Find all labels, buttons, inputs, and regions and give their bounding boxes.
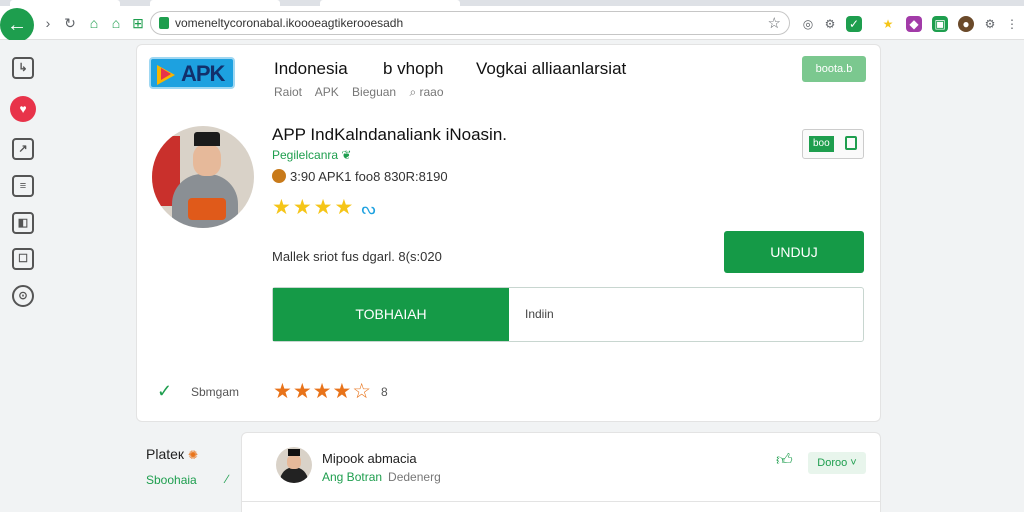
- profile-avatar-icon[interactable]: ●: [958, 16, 974, 32]
- breadcrumb: Raiot APK Bieguan ⌕ raao: [274, 85, 444, 100]
- language-field[interactable]: Indiin: [525, 288, 554, 341]
- target-icon[interactable]: ◎: [800, 16, 816, 32]
- search-icon[interactable]: ⌕: [409, 85, 416, 99]
- rating-label: Sbmgam: [191, 385, 240, 399]
- reload-icon[interactable]: ↻: [62, 15, 78, 31]
- side-badge-label: boo: [809, 136, 834, 152]
- menu-icon[interactable]: ⋮: [1004, 16, 1020, 32]
- shop-icon[interactable]: ⌂: [108, 15, 124, 31]
- reviewer-avatar: [276, 447, 312, 483]
- side-badge-button[interactable]: boo: [802, 129, 864, 159]
- back-button[interactable]: ←: [0, 8, 34, 42]
- app-avatar: [152, 126, 254, 228]
- review-card: Mipook abmacia Ang Botran Dedenerg 👍︎ Dor…: [241, 432, 881, 512]
- rating-row: ✓ Sbmgam ★★★★☆ 8: [157, 379, 857, 405]
- app-title: APP IndKalndanaliank iNoasin.: [272, 125, 508, 144]
- thumbs-up-icon[interactable]: 👍︎: [776, 451, 796, 469]
- flame-icon: ✺: [187, 448, 198, 462]
- bottom-left-panel: Plateк ✺ Sboohaia ∕: [136, 432, 236, 512]
- browser-toolbar: ← › ↻ ⌂ ⌂ ⊞ vomeneltycoronabal.ikoooeagt…: [0, 6, 1024, 42]
- site-title-part-1: Indonesia: [274, 59, 348, 78]
- star-rating: ★★★★ ᔓ: [272, 195, 376, 220]
- rating-stars[interactable]: ★★★★☆: [273, 379, 372, 404]
- bookmark-icon: [845, 136, 857, 150]
- rating-count: 8: [381, 385, 388, 399]
- app-meta-text: 3:90 APK1 foo8 830R:8190: [290, 169, 448, 184]
- rail-item-document-icon[interactable]: ◧: [12, 212, 34, 234]
- play-logo-accent-icon: [161, 68, 171, 80]
- bookmark-star-icon[interactable]: ☆: [768, 14, 781, 32]
- rail-item-settings-icon[interactable]: ⊙: [12, 285, 34, 307]
- download-button[interactable]: UNDUJ: [724, 231, 864, 273]
- forward-icon[interactable]: ›: [40, 15, 56, 31]
- left-rail: ↳ ♥ ↗ ≡ ◧ ☐ ⊙: [0, 40, 46, 512]
- rail-item-share-icon[interactable]: ↗: [12, 138, 34, 160]
- arrow-icon[interactable]: ∕: [226, 472, 228, 486]
- site-title-part-3: Vogkai alliaanlarsiat: [476, 59, 627, 78]
- rail-item-list-icon[interactable]: ≡: [12, 175, 34, 197]
- leaf-icon: ❦: [341, 148, 352, 162]
- chat-icon[interactable]: ▣: [932, 16, 948, 32]
- divider: [242, 501, 880, 502]
- site-title-part-2: b vhoph: [383, 59, 444, 78]
- rail-item-import-icon[interactable]: ↳: [12, 57, 34, 79]
- shield-icon[interactable]: ✓: [846, 16, 862, 32]
- top-badge-button[interactable]: boota.b: [802, 56, 866, 82]
- reviewer-name: Mipook abmacia: [322, 451, 417, 466]
- rail-item-favorites-icon[interactable]: ♥: [10, 96, 36, 122]
- settings-icon[interactable]: ⚙: [982, 16, 998, 32]
- developer-link[interactable]: Pegilelcanra ❦: [272, 148, 351, 162]
- breadcrumb-item[interactable]: Bieguan: [352, 85, 396, 99]
- share-icon[interactable]: ᔓ: [361, 201, 375, 218]
- url-text: vomeneltycoronabal.ikoooeagtikerooesadh: [175, 16, 404, 30]
- app-meta: 3:90 APK1 foo8 830R:8190: [272, 169, 448, 184]
- bottom-left-title-text: Plateк: [146, 446, 185, 462]
- breadcrumb-item[interactable]: APK: [315, 85, 339, 99]
- rail-item-chat-icon[interactable]: ☐: [12, 248, 34, 270]
- star-icon[interactable]: ★: [880, 16, 896, 32]
- coin-icon: [272, 169, 286, 183]
- stars: ★★★★: [272, 196, 356, 219]
- bottom-left-title: Plateк ✺: [146, 446, 198, 462]
- home-icon[interactable]: ⌂: [86, 15, 102, 31]
- sort-dropdown[interactable]: Doroo ˅: [808, 452, 866, 474]
- puzzle-icon[interactable]: ⚙: [822, 16, 838, 32]
- color-extension-icon[interactable]: ◆: [906, 16, 922, 32]
- app-description: Mallek sriot fus dgarl. 8(s:020: [272, 249, 442, 264]
- lock-icon: [159, 17, 169, 29]
- logo-text: APK: [181, 61, 225, 86]
- split-control: TOBHAIAH Indiin: [272, 287, 864, 342]
- bottom-left-link[interactable]: Sboohaia: [146, 473, 197, 487]
- reviewer-sub-2: Dedenerg: [388, 470, 441, 484]
- breadcrumb-item[interactable]: Raiot: [274, 85, 302, 99]
- developer-name[interactable]: Pegilelcanra: [272, 148, 338, 162]
- address-bar[interactable]: vomeneltycoronabal.ikoooeagtikerooesadh …: [150, 11, 790, 35]
- check-icon: ✓: [157, 381, 173, 401]
- app-card: APK Indonesia b vhoph Vogkai alliaanlars…: [136, 44, 881, 422]
- split-action-button[interactable]: TOBHAIAH: [273, 288, 509, 341]
- search-label[interactable]: raao: [420, 85, 444, 99]
- apk-logo[interactable]: APK: [149, 57, 235, 89]
- extension-icon[interactable]: ⊞: [130, 15, 146, 31]
- reviewer-meta: Ang Botran Dedenerg: [322, 470, 441, 484]
- reviewer-sub[interactable]: Ang Botran: [322, 470, 382, 484]
